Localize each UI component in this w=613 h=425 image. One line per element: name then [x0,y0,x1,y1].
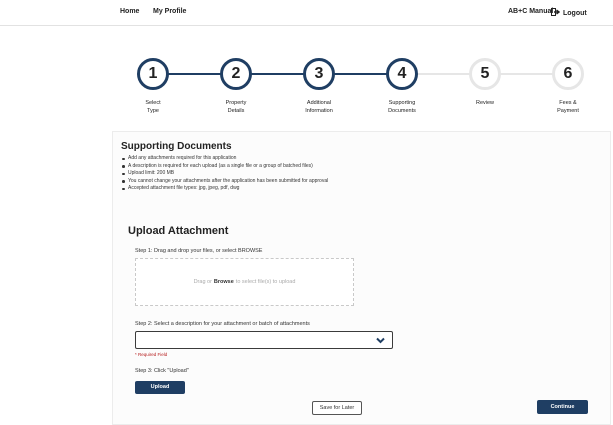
step-label: Property Details [225,100,247,114]
nav-profile-link[interactable]: My Profile [153,8,186,15]
step-circle: 3 [303,58,335,90]
nav-manual-link[interactable]: AB+C Manual [508,8,553,15]
step-label: Additional Information [305,100,333,114]
browse-link[interactable]: Browse [214,279,234,285]
save-for-later-button[interactable]: Save for Later [312,401,362,415]
list-item: Upload limit: 200 MB [121,170,328,178]
step-label: Supporting Documents [388,100,416,114]
step-circle: 2 [220,58,252,90]
requirements-list: Add any attachments required for this ap… [121,155,328,193]
file-dropzone[interactable]: Drag or Browse to select file(s) to uplo… [135,258,354,306]
chevron-down-icon [376,337,385,344]
step-circle: 1 [137,58,169,90]
step-label: Review [475,100,495,106]
step-1[interactable]: 1 Select Type [123,58,183,115]
upload-button[interactable]: Upload [135,381,185,394]
nav-home-link[interactable]: Home [120,8,139,15]
drop-prefix: Drag or [193,279,212,285]
step3-instruction: Step 3: Click "Upload" [135,368,189,374]
required-field-note: * Required Field [135,352,168,357]
list-item: A description is required for each uploa… [121,163,328,171]
drop-suffix: to select file(s) to upload [235,279,296,285]
top-navigation: Home My Profile AB+C Manual Logout [0,0,613,26]
step-2[interactable]: 2 Property Details [206,58,266,115]
list-item: Accepted attachment file types: jpg, jpe… [121,185,328,193]
step-connector-done [153,73,402,75]
step-circle: 4 [386,58,418,90]
progress-stepper: 1 Select Type 2 Property Details 3 Additio… [112,48,612,118]
step1-instruction: Step 1: Drag and drop your files, or sel… [135,248,263,254]
sign-out-icon [551,8,560,16]
continue-button[interactable]: Continue [537,400,588,414]
list-item: Add any attachments required for this ap… [121,155,328,163]
list-item: You cannot change your attachments after… [121,178,328,186]
documents-title: Supporting Documents [121,141,232,152]
step-circle: 6 [552,58,584,90]
step-label: Fees & Payment [557,100,579,114]
step-4[interactable]: 4 Supporting Documents [372,58,432,115]
logout-label: Logout [563,10,587,17]
step-5: 5 Review [455,58,515,107]
step2-instruction: Step 2: Select a description for your at… [135,321,310,327]
upload-title: Upload Attachment [128,225,229,237]
step-circle: 5 [469,58,501,90]
description-select[interactable] [135,331,393,349]
step-label: Select Type [145,100,161,114]
step-6: 6 Fees & Payment [538,58,598,115]
logout-link[interactable]: Logout [551,8,587,17]
step-3[interactable]: 3 Additional Information [289,58,349,115]
